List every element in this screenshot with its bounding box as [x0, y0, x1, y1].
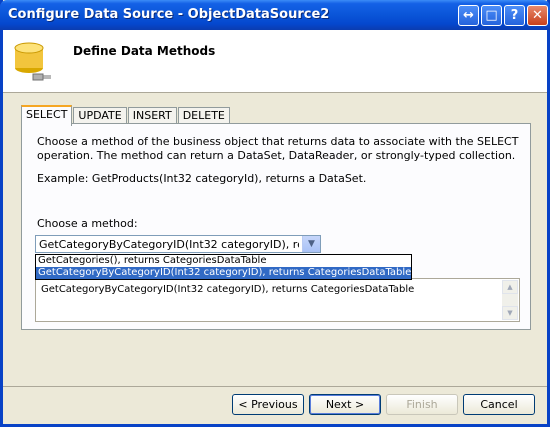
scrollbar[interactable]: ▲ ▼ — [502, 280, 518, 320]
tab-delete[interactable]: DELETE — [177, 107, 230, 124]
chevron-down-icon[interactable]: ▼ — [302, 236, 320, 252]
wizard-header: Define Data Methods — [3, 30, 547, 93]
finish-button[interactable]: Finish — [386, 394, 458, 415]
method-dropdown-list: GetCategories(), returns CategoriesDataT… — [35, 254, 412, 280]
tab-insert[interactable]: INSERT — [127, 107, 177, 124]
dropdown-option[interactable]: GetCategories(), returns CategoriesDataT… — [36, 255, 411, 267]
description-text: Choose a method of the business object t… — [37, 135, 519, 162]
tab-update[interactable]: UPDATE — [73, 107, 127, 124]
example-text: Example: GetProducts(Int32 categoryId), … — [37, 172, 367, 185]
tab-select[interactable]: SELECT — [21, 105, 73, 126]
scroll-up-icon[interactable]: ▲ — [502, 280, 518, 294]
close-icon[interactable]: ✕ — [527, 5, 548, 26]
method-select-value: GetCategoryByCategoryID(Int32 categoryID… — [39, 238, 299, 251]
help-icon[interactable]: ? — [504, 5, 525, 26]
dropdown-option-selected[interactable]: GetCategoryByCategoryID(Int32 categoryID… — [36, 267, 411, 279]
choose-method-label: Choose a method: — [37, 217, 138, 230]
method-signature-box: GetCategoryByCategoryID(Int32 categoryID… — [35, 278, 520, 322]
method-select[interactable]: GetCategoryByCategoryID(Int32 categoryID… — [35, 235, 321, 253]
maximize-icon[interactable]: □ — [481, 5, 502, 26]
previous-button[interactable]: < Previous — [232, 394, 304, 415]
window-title: Configure Data Source - ObjectDataSource… — [8, 7, 330, 22]
footer-divider — [3, 386, 547, 387]
next-button[interactable]: Next > — [309, 394, 381, 415]
cancel-button[interactable]: Cancel — [463, 394, 535, 415]
method-signature: GetCategoryByCategoryID(Int32 categoryID… — [41, 284, 415, 295]
dialog-window: Configure Data Source - ObjectDataSource… — [0, 0, 550, 427]
scroll-down-icon[interactable]: ▼ — [502, 306, 518, 320]
operation-tabs: SELECT UPDATE INSERT DELETE — [21, 105, 231, 126]
resize-icon[interactable]: ↔ — [458, 5, 479, 26]
title-bar[interactable]: Configure Data Source - ObjectDataSource… — [0, 0, 550, 30]
page-title: Define Data Methods — [73, 44, 216, 58]
database-icon — [14, 42, 51, 81]
